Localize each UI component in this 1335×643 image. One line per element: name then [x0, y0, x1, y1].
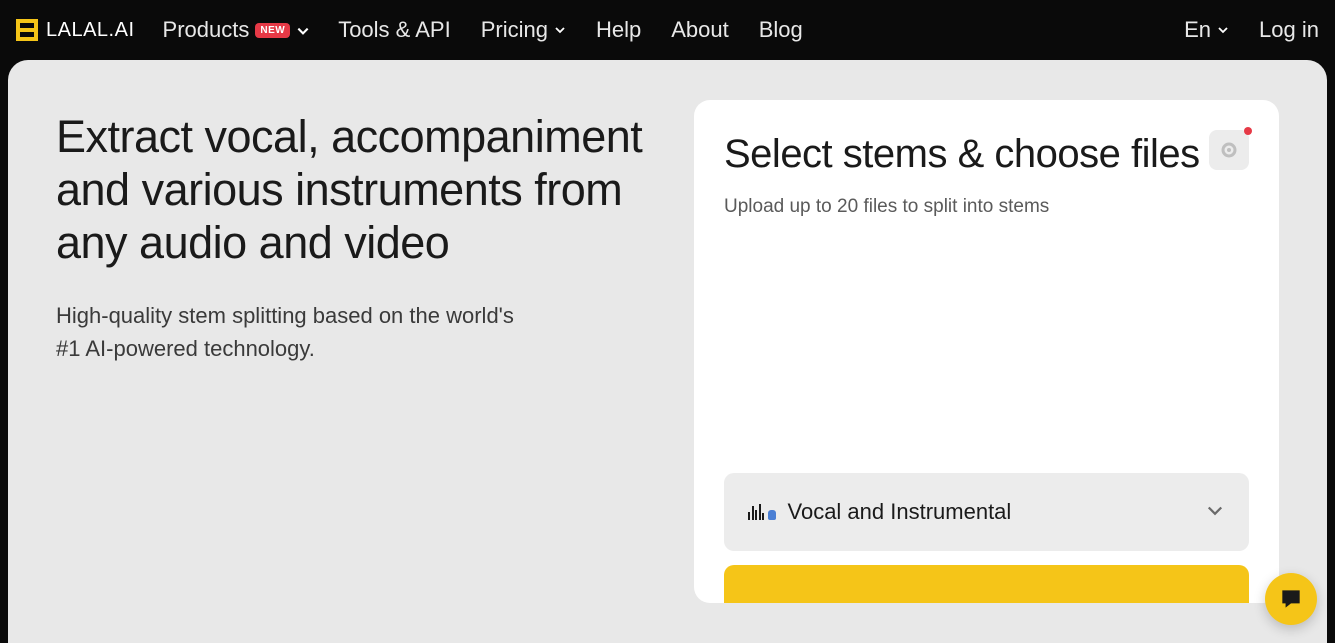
- logo-icon: [16, 19, 38, 41]
- topbar-right: En Log in: [1184, 17, 1319, 43]
- hero-subtitle: High-quality stem splitting based on the…: [56, 299, 536, 365]
- upload-card: Select stems & choose files Upload up to…: [694, 100, 1279, 603]
- select-files-button[interactable]: [724, 565, 1249, 603]
- nav-blog-label: Blog: [759, 17, 803, 43]
- card-header: Select stems & choose files: [724, 130, 1249, 178]
- login-button[interactable]: Log in: [1259, 17, 1319, 43]
- hero-title: Extract vocal, accompaniment and various…: [56, 110, 654, 269]
- nav-products-label: Products: [163, 17, 250, 43]
- nav-about-label: About: [671, 17, 729, 43]
- card-title: Select stems & choose files: [724, 130, 1200, 178]
- hero-section: Extract vocal, accompaniment and various…: [56, 100, 654, 603]
- brand-logo[interactable]: LALAL.AI: [16, 19, 135, 42]
- nav-pricing-label: Pricing: [481, 17, 548, 43]
- language-selector[interactable]: En: [1184, 17, 1229, 43]
- nav-blog[interactable]: Blog: [759, 17, 803, 43]
- chevron-down-icon: [1217, 24, 1229, 36]
- top-navbar: LALAL.AI Products NEW Tools & API Pricin…: [0, 0, 1335, 60]
- notification-dot: [1244, 127, 1252, 135]
- brand-name: LALAL.AI: [46, 19, 135, 42]
- language-label: En: [1184, 17, 1211, 43]
- nav-products[interactable]: Products NEW: [163, 17, 309, 43]
- waveform-mic-icon: [748, 504, 776, 520]
- dropdown-label: Vocal and Instrumental: [788, 499, 1012, 525]
- chevron-down-icon: [296, 24, 308, 36]
- stem-type-dropdown[interactable]: Vocal and Instrumental: [724, 473, 1249, 551]
- nav-help[interactable]: Help: [596, 17, 641, 43]
- gear-icon: [1219, 140, 1239, 160]
- nav-help-label: Help: [596, 17, 641, 43]
- nav-pricing[interactable]: Pricing: [481, 17, 566, 43]
- main-content: Extract vocal, accompaniment and various…: [8, 60, 1327, 643]
- dropdown-content: Vocal and Instrumental: [748, 499, 1011, 525]
- chat-icon: [1278, 586, 1304, 612]
- nav-about[interactable]: About: [671, 17, 729, 43]
- nav-tools-label: Tools & API: [338, 17, 451, 43]
- new-badge: NEW: [255, 23, 290, 38]
- card-subtitle: Upload up to 20 files to split into stem…: [724, 196, 1249, 218]
- settings-button[interactable]: [1209, 130, 1249, 170]
- nav-tools[interactable]: Tools & API: [338, 17, 451, 43]
- chevron-down-icon: [554, 24, 566, 36]
- chat-widget[interactable]: [1265, 573, 1317, 625]
- chevron-down-icon: [1205, 500, 1225, 525]
- main-nav: Products NEW Tools & API Pricing Help Ab…: [163, 17, 803, 43]
- login-label: Log in: [1259, 17, 1319, 43]
